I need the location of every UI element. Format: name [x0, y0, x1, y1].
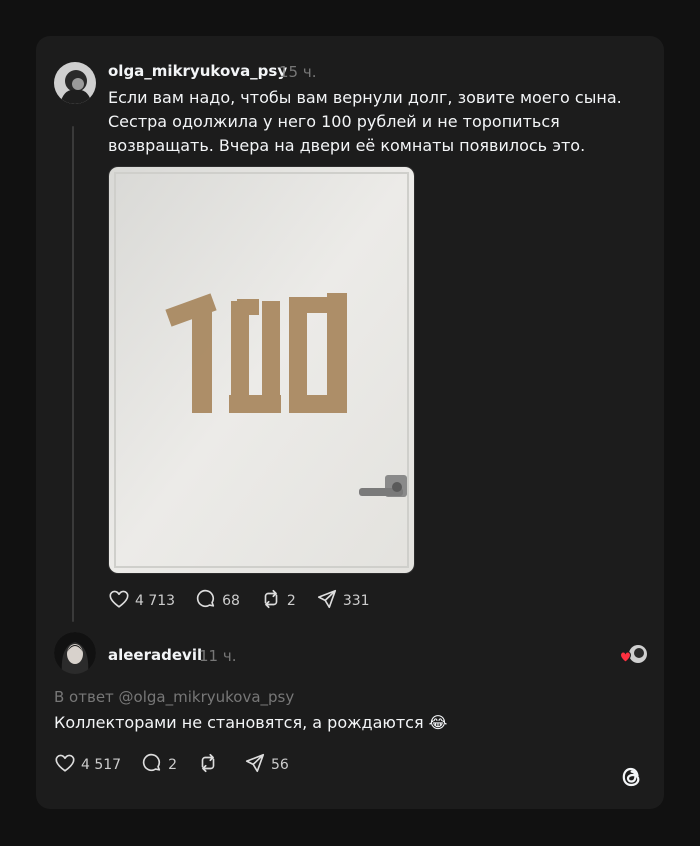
comment-count: 68: [222, 593, 240, 609]
reply-comment-button[interactable]: 2: [141, 752, 177, 778]
reply-like-count: 4 517: [81, 757, 122, 773]
heart-icon: [108, 588, 135, 614]
comment-button[interactable]: 68: [195, 588, 240, 614]
reply-time: 11 ч.: [199, 647, 237, 665]
repost-button[interactable]: 2: [260, 588, 296, 614]
reply-share-count: 56: [271, 757, 289, 773]
like-button[interactable]: 4 713: [108, 588, 175, 614]
repost-count: 2: [286, 593, 296, 609]
reply-username[interactable]: aleeradevil: [108, 646, 202, 664]
post-text: Если вам надо, чтобы вам вернули долг, з…: [108, 88, 622, 155]
comment-icon: [141, 752, 168, 778]
like-count: 4 713: [135, 593, 176, 609]
reply-text: Коллекторами не становятся, а рождаются …: [54, 713, 448, 732]
author-liked-indicator: [619, 644, 648, 666]
reply-repost-button[interactable]: [197, 752, 224, 778]
threads-logo-icon[interactable]: [617, 762, 647, 792]
heart-icon: [54, 752, 81, 778]
reply-avatar[interactable]: [54, 632, 96, 674]
reply-share-button[interactable]: 56: [244, 752, 289, 778]
author-avatar[interactable]: [54, 62, 96, 104]
share-count: 331: [342, 593, 370, 609]
author-username[interactable]: olga_mikryukova_psy: [108, 62, 287, 80]
reply-like-button[interactable]: 4 517: [54, 752, 121, 778]
reply-to-label[interactable]: В ответ @olga_mikryukova_psy: [54, 688, 294, 706]
reply-comment-count: 2: [168, 757, 178, 773]
post-actions: 4 713 68 2 331: [108, 588, 390, 614]
thread-line: [72, 126, 74, 622]
share-icon: [316, 588, 343, 614]
share-button[interactable]: 331: [316, 588, 370, 614]
repost-icon: [197, 752, 224, 778]
share-icon: [244, 752, 271, 778]
post-photo[interactable]: 100: [108, 166, 415, 574]
comment-icon: [195, 588, 222, 614]
repost-icon: [260, 588, 287, 614]
post-time: 15 ч.: [279, 63, 317, 81]
reply-actions: 4 517 2 56: [54, 752, 309, 778]
